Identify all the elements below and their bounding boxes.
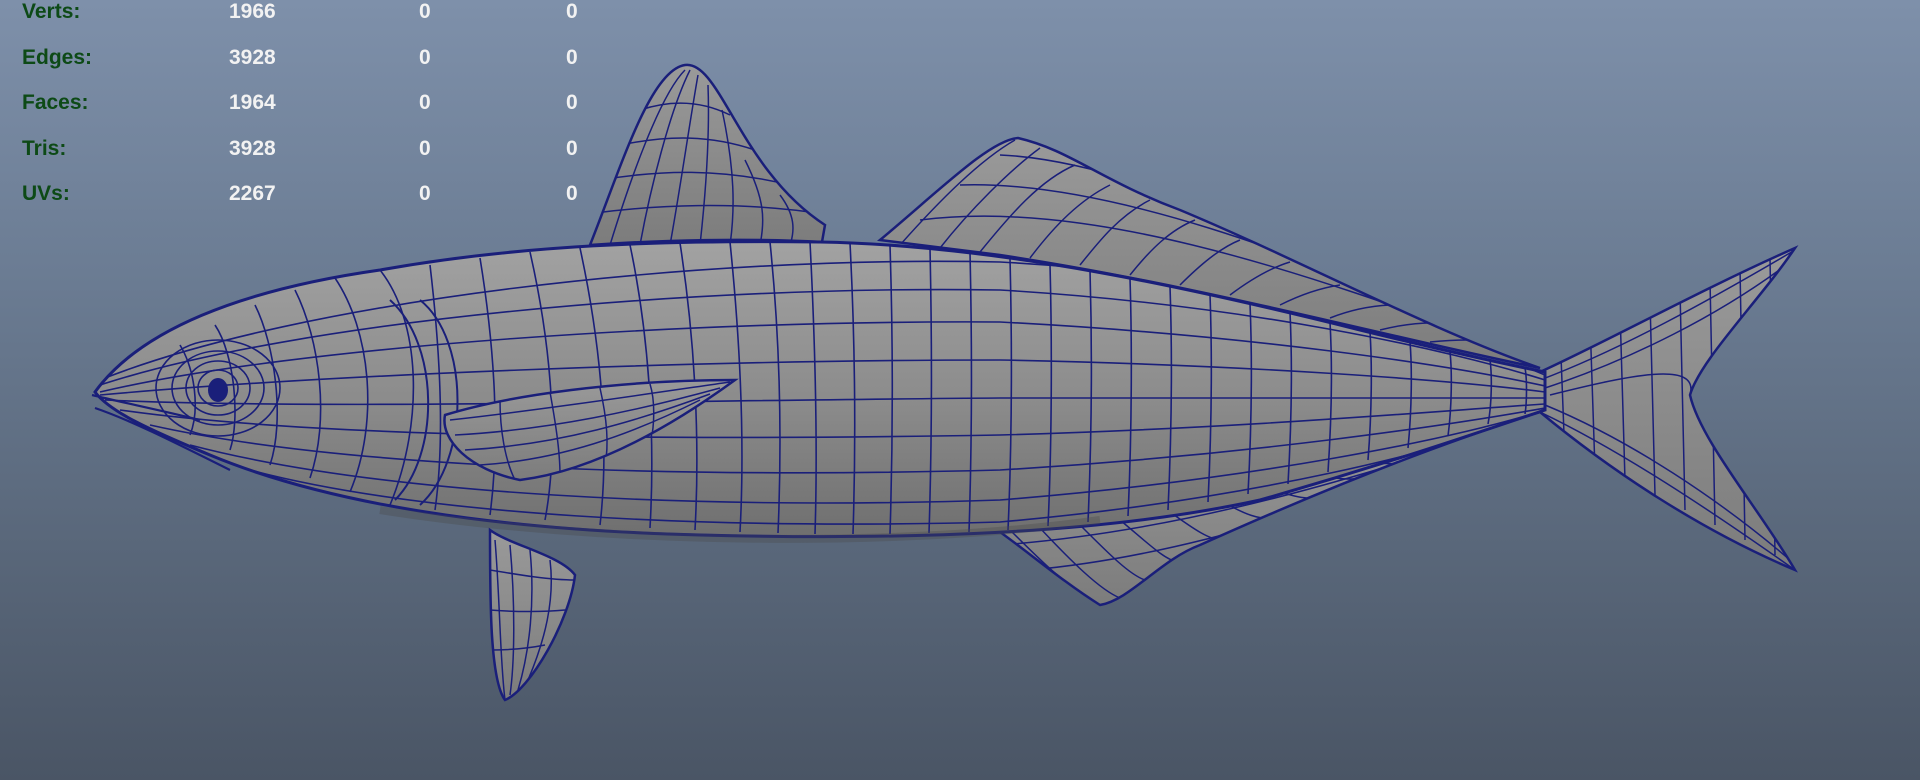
hud-row-edges: Edges: 3928 0 0 (22, 46, 622, 92)
hud-label: Edges: (22, 45, 93, 69)
hud-total-value: 3928 (229, 136, 276, 160)
hud-label: UVs: (22, 182, 70, 205)
hud-selected-value: 0 (419, 182, 431, 205)
pelvic-fin (488, 527, 577, 702)
3d-viewport[interactable]: Verts: 1966 0 0 Edges: 3928 0 0 Faces: 1… (0, 0, 1920, 780)
hud-selected-value: 0 (419, 136, 431, 160)
hud-row-faces: Faces: 1964 0 0 (22, 91, 622, 137)
hud-selected-other-value: 0 (566, 0, 578, 23)
hud-total-value: 1964 (229, 91, 276, 114)
hud-label: Faces: (22, 91, 89, 114)
hud-selected-other-value: 0 (566, 45, 578, 69)
hud-row-verts: Verts: 1966 0 0 (22, 0, 622, 46)
hud-selected-value: 0 (419, 91, 431, 114)
hud-label: Tris: (22, 136, 67, 160)
hud-row-uvs: UVs: 2267 0 0 (22, 182, 622, 228)
hud-row-tris: Tris: 3928 0 0 (22, 137, 622, 183)
hud-total-value: 2267 (229, 182, 276, 205)
hud-label: Verts: (22, 0, 81, 23)
hud-selected-other-value: 0 (566, 91, 578, 114)
hud-total-value: 3928 (229, 45, 276, 69)
hud-total-value: 1966 (229, 0, 276, 23)
hud-selected-other-value: 0 (566, 136, 578, 160)
heads-up-display: Verts: 1966 0 0 Edges: 3928 0 0 Faces: 1… (22, 0, 622, 228)
hud-selected-value: 0 (419, 0, 431, 23)
hud-selected-other-value: 0 (566, 182, 578, 205)
hud-selected-value: 0 (419, 45, 431, 69)
tail-fin (1538, 245, 1799, 573)
